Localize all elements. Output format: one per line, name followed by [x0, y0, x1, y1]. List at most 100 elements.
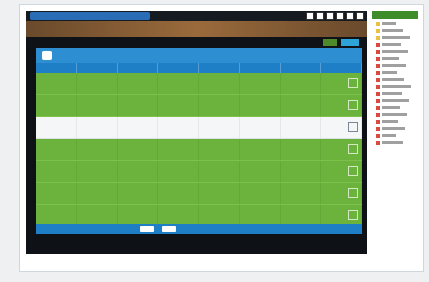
- window-controls: [306, 12, 364, 20]
- table-cell: [158, 161, 199, 182]
- tree-item[interactable]: [376, 28, 418, 33]
- table-row[interactable]: [36, 73, 362, 95]
- tree-item-label: [382, 22, 396, 25]
- panel-action-button[interactable]: [42, 51, 52, 60]
- table-cell: [199, 161, 240, 182]
- row-checkbox[interactable]: [348, 100, 358, 110]
- tree-item[interactable]: [376, 119, 418, 124]
- table-cell: [158, 73, 199, 94]
- row-checkbox[interactable]: [348, 188, 358, 198]
- window-icon[interactable]: [346, 12, 354, 20]
- table-cell: [281, 73, 322, 94]
- table-cell: [158, 183, 199, 204]
- tree-item[interactable]: [376, 112, 418, 117]
- tree-item[interactable]: [376, 133, 418, 138]
- tree-item[interactable]: [376, 56, 418, 61]
- table-cell: [199, 73, 240, 94]
- table-cell: [240, 161, 281, 182]
- tree-item[interactable]: [376, 91, 418, 96]
- table-row[interactable]: [36, 139, 362, 161]
- tree-item[interactable]: [376, 49, 418, 54]
- tree-item[interactable]: [376, 126, 418, 131]
- row-checkbox[interactable]: [348, 122, 358, 132]
- tree-item-label: [382, 106, 400, 109]
- table-cell: [240, 139, 281, 160]
- table-cell: [199, 183, 240, 204]
- window-icon[interactable]: [336, 12, 344, 20]
- table-cell: [199, 117, 240, 138]
- table-cell: [36, 117, 77, 138]
- table-cell: [199, 95, 240, 116]
- table-row[interactable]: [36, 95, 362, 117]
- row-checkbox[interactable]: [348, 78, 358, 88]
- table-cell: [118, 161, 159, 182]
- table-row[interactable]: [36, 183, 362, 205]
- column-header[interactable]: [281, 63, 322, 73]
- column-header[interactable]: [321, 63, 362, 73]
- tab-secondary[interactable]: [323, 39, 337, 46]
- table-cell: [158, 95, 199, 116]
- tree-item-label: [382, 113, 407, 116]
- row-checkbox[interactable]: [348, 144, 358, 154]
- table-cell: [36, 183, 77, 204]
- sidebar-empty-area: [372, 155, 418, 254]
- window-icon[interactable]: [326, 12, 334, 20]
- table-cell: [199, 205, 240, 226]
- folder-icon: [376, 21, 380, 26]
- sidebar-header: [372, 11, 418, 19]
- table-cell: [281, 139, 322, 160]
- column-header[interactable]: [77, 63, 118, 73]
- document-icon: [376, 133, 380, 138]
- tree-item[interactable]: [376, 140, 418, 145]
- tree-item[interactable]: [376, 77, 418, 82]
- document-icon: [376, 49, 380, 54]
- tree-item[interactable]: [376, 21, 418, 26]
- table-cell: [77, 139, 118, 160]
- data-panel: [36, 48, 362, 234]
- tree-item[interactable]: [376, 70, 418, 75]
- table-row[interactable]: [36, 117, 362, 139]
- panel-toolbar: [36, 48, 362, 63]
- window-icon[interactable]: [316, 12, 324, 20]
- folder-icon: [376, 35, 380, 40]
- column-header[interactable]: [199, 63, 240, 73]
- tree-item-label: [382, 50, 408, 53]
- column-header[interactable]: [118, 63, 159, 73]
- table-cell: [77, 95, 118, 116]
- pagination: [140, 226, 176, 232]
- window-icon[interactable]: [306, 12, 314, 20]
- table-cell: [36, 95, 77, 116]
- row-checkbox[interactable]: [348, 210, 358, 220]
- table-cell: [77, 73, 118, 94]
- page-next-button[interactable]: [162, 226, 176, 232]
- column-header[interactable]: [158, 63, 199, 73]
- sidebar-tree: [372, 11, 418, 151]
- tree-item-label: [382, 78, 404, 81]
- table-cell: [240, 117, 281, 138]
- tree-item[interactable]: [376, 98, 418, 103]
- document-icon: [376, 105, 380, 110]
- table-cell: [240, 95, 281, 116]
- tree-item[interactable]: [376, 35, 418, 40]
- page-prev-button[interactable]: [140, 226, 154, 232]
- tab-primary[interactable]: [341, 39, 359, 46]
- table-cell: [118, 139, 159, 160]
- table-cell: [281, 183, 322, 204]
- table-cell: [281, 95, 322, 116]
- document-icon: [376, 140, 380, 145]
- table-row[interactable]: [36, 161, 362, 183]
- tree-item[interactable]: [376, 63, 418, 68]
- document-icon: [376, 56, 380, 61]
- column-header[interactable]: [240, 63, 281, 73]
- table-cell: [77, 183, 118, 204]
- table-cell: [240, 205, 281, 226]
- column-header[interactable]: [36, 63, 77, 73]
- document-icon: [376, 119, 380, 124]
- tab-strip: [26, 37, 367, 48]
- window-icon[interactable]: [356, 12, 364, 20]
- row-checkbox[interactable]: [348, 166, 358, 176]
- table-cell: [77, 205, 118, 226]
- tree-item[interactable]: [376, 84, 418, 89]
- tree-item[interactable]: [376, 42, 418, 47]
- tree-item[interactable]: [376, 105, 418, 110]
